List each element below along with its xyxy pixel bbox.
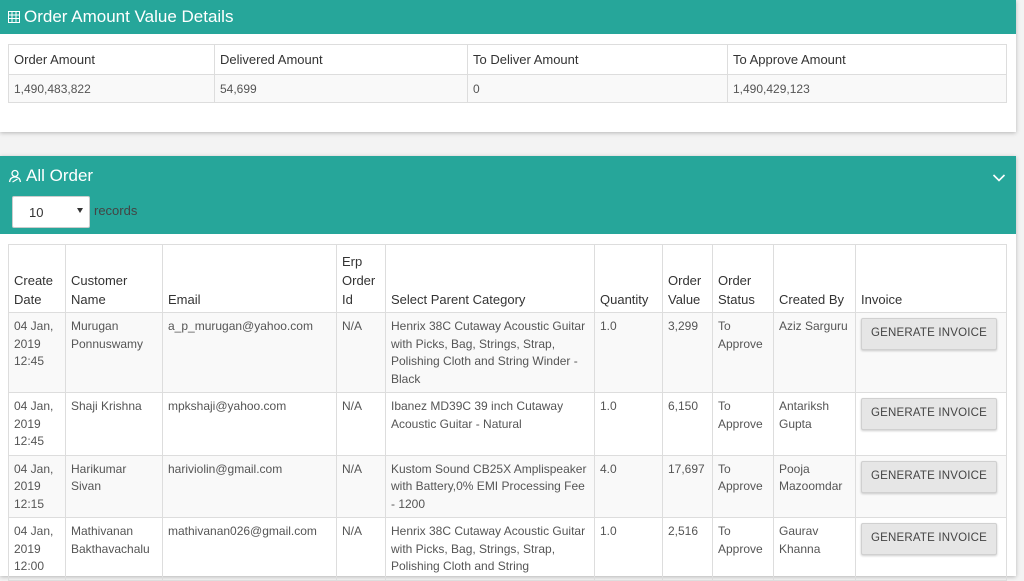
delivered-amount-heading: Delivered Amount: [214, 44, 468, 75]
generate-invoice-button[interactable]: GENERATE INVOICE: [861, 523, 997, 555]
created-by-cell: Antariksh Gupta: [773, 392, 856, 456]
order-amount-heading: Order Amount: [8, 44, 215, 75]
to-approve-amount-value: 1,490,429,123: [727, 74, 1007, 103]
caret-down-icon: [77, 208, 83, 213]
invoice-cell: GENERATE INVOICE: [855, 517, 1007, 581]
order-status-heading[interactable]: Order Status: [712, 244, 774, 313]
customer-name-cell: Shaji Krishna: [65, 392, 163, 456]
invoice-cell: GENERATE INVOICE: [855, 392, 1007, 456]
summary-value-row: 1,490,483,822 54,699 0 1,490,429,123: [8, 74, 1007, 103]
invoice-heading: Invoice: [855, 244, 1007, 313]
page-size-value: 10: [29, 204, 44, 220]
email-cell: hariviolin@gmail.com: [162, 454, 337, 518]
order-amount-title: Order Amount Value Details: [24, 7, 234, 26]
order-status-cell: To Approve: [712, 312, 774, 393]
category-cell: Ibanez MD39C 39 inch Cutaway Acoustic Gu…: [385, 392, 595, 456]
parent-category-heading[interactable]: Select Parent Category: [385, 244, 595, 313]
user-icon: [8, 169, 22, 183]
create-date-cell: 04 Jan, 2019 12:15: [8, 454, 66, 518]
invoice-cell: GENERATE INVOICE: [855, 312, 1007, 393]
orders-table: Create Date Customer Name Email Erp Orde…: [8, 244, 1007, 581]
generate-invoice-button[interactable]: GENERATE INVOICE: [861, 398, 997, 430]
all-order-panel: All Order 10 records Create Date Custome…: [0, 156, 1016, 581]
email-cell: mpkshaji@yahoo.com: [162, 392, 337, 456]
quantity-cell: 1.0: [594, 312, 663, 393]
records-label: records: [94, 203, 138, 218]
quantity-cell: 1.0: [594, 517, 663, 581]
records-bar: 10 records: [0, 196, 1016, 234]
order-amount-value: 1,490,483,822: [8, 74, 215, 103]
to-approve-amount-heading: To Approve Amount: [727, 44, 1007, 75]
table-row: 04 Jan, 2019 12:45 Murugan Ponnuswamy a_…: [8, 312, 1007, 393]
erp-order-id-cell: N/A: [336, 312, 386, 393]
order-amount-header: Order Amount Value Details: [0, 0, 1016, 34]
created-by-heading[interactable]: Created By: [773, 244, 856, 313]
customer-name-cell: Harikumar Sivan: [65, 454, 163, 518]
email-heading[interactable]: Email: [162, 244, 337, 313]
to-deliver-amount-heading: To Deliver Amount: [467, 44, 728, 75]
table-row: 04 Jan, 2019 12:15 Harikumar Sivan hariv…: [8, 454, 1007, 518]
create-date-cell: 04 Jan, 2019 12:45: [8, 312, 66, 393]
delivered-amount-value: 54,699: [214, 74, 468, 103]
summary-header-row: Order Amount Delivered Amount To Deliver…: [8, 44, 1007, 75]
erp-order-id-heading[interactable]: Erp Order Id: [336, 244, 386, 313]
chevron-down-icon[interactable]: [992, 168, 1006, 188]
customer-name-cell: Murugan Ponnuswamy: [65, 312, 163, 393]
category-cell: Kustom Sound CB25X Amplispeaker with Bat…: [385, 454, 595, 518]
order-status-cell: To Approve: [712, 454, 774, 518]
order-value-heading[interactable]: Order Value: [662, 244, 713, 313]
customer-name-heading[interactable]: Customer Name: [65, 244, 163, 313]
created-by-cell: Gaurav Khanna: [773, 517, 856, 581]
erp-order-id-cell: N/A: [336, 517, 386, 581]
order-status-cell: To Approve: [712, 392, 774, 456]
order-status-cell: To Approve: [712, 517, 774, 581]
table-row: 04 Jan, 2019 12:00 Mathivanan Bakthavach…: [8, 517, 1007, 581]
generate-invoice-button[interactable]: GENERATE INVOICE: [861, 460, 997, 493]
table-row: 04 Jan, 2019 12:45 Shaji Krishna mpkshaj…: [8, 392, 1007, 456]
created-by-cell: Aziz Sarguru: [773, 312, 856, 393]
orders-header-row: Create Date Customer Name Email Erp Orde…: [8, 244, 1007, 313]
all-order-title: All Order: [26, 166, 94, 185]
created-by-cell: Pooja Mazoomdar: [773, 454, 856, 518]
create-date-cell: 04 Jan, 2019 12:45: [8, 392, 66, 456]
erp-order-id-cell: N/A: [336, 392, 386, 456]
create-date-cell: 04 Jan, 2019 12:00: [8, 517, 66, 581]
order-value-cell: 6,150: [662, 392, 713, 456]
quantity-heading[interactable]: Quantity: [594, 244, 663, 313]
category-cell: Henrix 38C Cutaway Acoustic Guitar with …: [385, 517, 595, 581]
quantity-cell: 4.0: [594, 454, 663, 518]
table-icon: [8, 11, 20, 23]
order-amount-table: Order Amount Delivered Amount To Deliver…: [8, 44, 1007, 103]
email-cell: mathivanan026@gmail.com: [162, 517, 337, 581]
customer-name-cell: Mathivanan Bakthavachalu: [65, 517, 163, 581]
category-cell: Henrix 38C Cutaway Acoustic Guitar with …: [385, 312, 595, 393]
invoice-cell: GENERATE INVOICE: [855, 454, 1007, 518]
order-value-cell: 3,299: [662, 312, 713, 393]
to-deliver-amount-value: 0: [467, 74, 728, 103]
order-value-cell: 17,697: [662, 454, 713, 518]
all-order-header[interactable]: All Order: [0, 156, 1016, 196]
order-value-cell: 2,516: [662, 517, 713, 581]
create-date-heading[interactable]: Create Date: [8, 244, 66, 313]
order-amount-panel: Order Amount Value Details Order Amount …: [0, 0, 1016, 132]
generate-invoice-button[interactable]: GENERATE INVOICE: [861, 318, 997, 350]
email-cell: a_p_murugan@yahoo.com: [162, 312, 337, 393]
page-size-select[interactable]: 10: [12, 196, 90, 228]
quantity-cell: 1.0: [594, 392, 663, 456]
erp-order-id-cell: N/A: [336, 454, 386, 518]
